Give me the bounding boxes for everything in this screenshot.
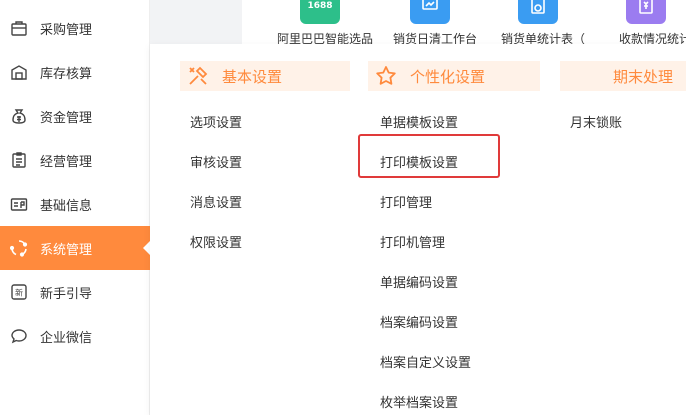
id-card-icon [10,195,28,213]
menu-item-print-template[interactable]: 打印模板设置 [380,141,458,181]
column-header-basic: 基本设置 [180,61,350,91]
sidebar-item-label: 库存核算 [40,66,93,82]
wrench-pencil-icon [186,64,210,88]
system-settings-icon [10,239,28,257]
sidebar-item-label: 新手引导 [40,286,93,302]
sidebar-item-label: 企业微信 [40,330,93,346]
sidebar-item-basic-info[interactable]: 基础信息 [0,182,150,226]
1688-icon: 1688 [300,0,340,24]
shortcut-strip: 1688 阿里巴巴智能选品 销货日清工作台 销货单统计表（ 收款情况统计 [150,0,686,44]
menu-item-options[interactable]: 选项设置 [190,101,242,141]
menu-item-month-end-lock[interactable]: 月末锁账 [570,101,622,141]
new-badge-icon: 新 [10,283,28,301]
column-title: 个性化设置 [410,67,486,86]
menu-item-enum-archive[interactable]: 枚举档案设置 [380,381,458,415]
sidebar-item-operations[interactable]: 经营管理 [0,138,150,182]
menu-item-archive-custom[interactable]: 档案自定义设置 [380,341,471,381]
1688-badge-text: 1688 [307,1,333,11]
menu-item-printer-management[interactable]: 打印机管理 [380,221,445,261]
warehouse-icon [10,63,28,81]
sidebar-item-system[interactable]: 系统管理 [0,226,151,270]
content-background [150,0,242,44]
chat-bubble-icon [10,327,28,345]
sidebar-item-label: 基础信息 [40,198,93,214]
payment-stats-icon [626,0,666,24]
sidebar-item-guide[interactable]: 新 新手引导 [0,270,150,314]
menu-item-print-management[interactable]: 打印管理 [380,181,432,221]
shortcut-1688[interactable]: 1688 阿里巴巴智能选品 [270,0,380,44]
shortcut-workbench[interactable]: 销货日清工作台 [380,0,490,44]
workbench-icon [410,0,450,24]
sidebar-item-wecom[interactable]: 企业微信 [0,314,150,358]
svg-text:新: 新 [15,288,23,298]
menu-item-document-template[interactable]: 单据模板设置 [380,101,458,141]
shortcut-label: 销货日清工作台 [392,32,477,44]
sidebar-item-label: 采购管理 [40,22,93,38]
menu-item-archive-numbering[interactable]: 档案编码设置 [380,301,458,341]
shortcut-label: 阿里巴巴智能选品 [276,32,373,44]
menu-item-audit[interactable]: 审核设置 [190,141,242,181]
shortcut-label: 收款情况统计 [618,32,686,44]
sidebar-item-label: 系统管理 [40,242,93,258]
column-title: 基本设置 [222,67,283,86]
sidebar-item-funds[interactable]: 资金管理 [0,94,150,138]
clipboard-icon [10,151,28,169]
menu-item-permission[interactable]: 权限设置 [190,221,242,261]
shortcut-sales-report[interactable]: 销货单统计表（ [488,0,598,44]
system-menu-panel: 基本设置 选项设置 审核设置 消息设置 权限设置 个性化设置 单据模板设置 打印… [150,44,686,415]
column-title: 期末处理 [612,67,673,86]
sidebar: 采购管理 库存核算 资金管理 经营管理 基础信息 系统管理 新 新手引导 企业微… [0,0,151,415]
shortcut-payment-stats[interactable]: 收款情况统计 [600,0,686,44]
star-icon [374,64,398,88]
sidebar-item-label: 资金管理 [40,110,93,126]
column-header-period-end: 期末处理 [560,61,686,91]
sales-report-icon [518,0,558,24]
money-bag-icon [10,107,28,125]
purchase-bag-icon [10,19,28,37]
column-header-personalization: 个性化设置 [368,61,540,91]
menu-item-document-numbering[interactable]: 单据编码设置 [380,261,458,301]
sidebar-item-purchase[interactable]: 采购管理 [0,6,150,50]
sidebar-item-label: 经营管理 [40,154,93,170]
shortcut-label: 销货单统计表（ [500,32,585,44]
menu-item-message[interactable]: 消息设置 [190,181,242,221]
sidebar-item-inventory[interactable]: 库存核算 [0,50,150,94]
